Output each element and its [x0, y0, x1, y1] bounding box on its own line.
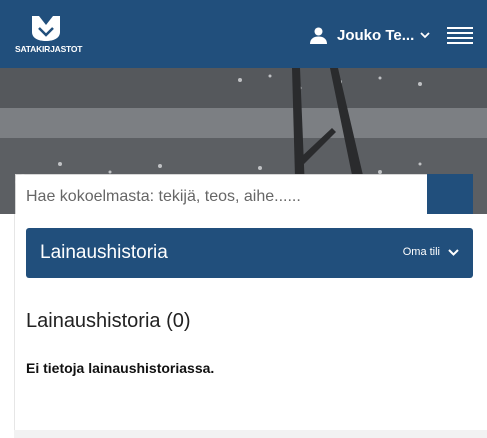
brand-name: SATAKIRJASTOT	[15, 44, 83, 54]
account-menu-toggle[interactable]: Oma tili	[403, 246, 459, 258]
user-icon	[310, 27, 327, 44]
search-input[interactable]	[15, 174, 427, 214]
page-title: Lainaushistoria (0)	[26, 310, 191, 332]
search-icon	[15, 174, 35, 194]
account-menu-label: Oma tili	[402, 246, 440, 258]
empty-state-message: Ei tietoja lainaushistoriassa.	[26, 360, 215, 376]
hamburger-menu-icon[interactable]	[447, 27, 473, 45]
chevron-down-icon	[420, 32, 430, 39]
library-logo[interactable]: SATAKIRJASTOT	[15, 14, 85, 58]
library-logo-icon	[32, 16, 60, 41]
user-menu-button[interactable]: Jouko Te...	[310, 24, 430, 46]
search-bar	[15, 174, 473, 214]
search-button[interactable]	[15, 174, 473, 214]
user-name: Jouko Te...	[337, 26, 415, 44]
app-header: SATAKIRJASTOT Jouko Te...	[0, 0, 487, 68]
content-panel: Lainaushistoria Oma tili Lainaushistoria…	[14, 214, 487, 430]
section-header[interactable]: Lainaushistoria Oma tili	[26, 228, 473, 278]
hero-banner	[0, 68, 487, 214]
section-title: Lainaushistoria	[40, 242, 168, 263]
footer-divider	[14, 430, 487, 438]
chevron-down-icon	[448, 248, 459, 256]
